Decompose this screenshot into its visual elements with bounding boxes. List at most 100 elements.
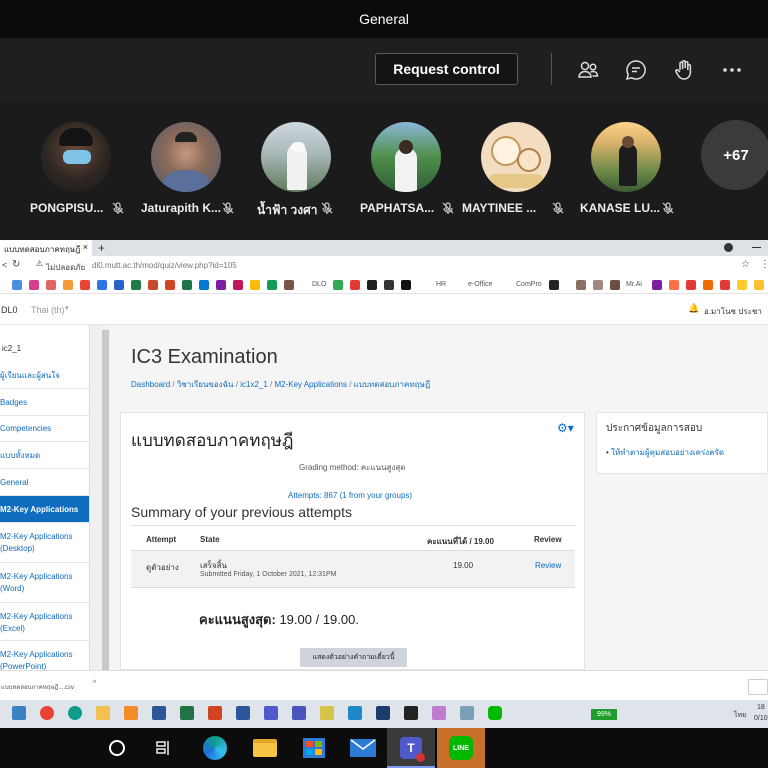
bookmark-icon[interactable] (367, 280, 377, 290)
sidebar-item-active[interactable]: M2-Key Applications (0, 496, 89, 523)
search-icon[interactable] (103, 734, 131, 762)
breadcrumb-item[interactable]: แบบทดสอบภาคทฤษฎี (354, 380, 430, 389)
sidebar-scrollbar[interactable] (102, 330, 109, 670)
breadcrumb-item[interactable]: วิชาเรียนของฉัน (177, 380, 234, 389)
taskbar-app-icon[interactable] (320, 706, 334, 720)
bookmark-icon[interactable] (703, 280, 713, 290)
bookmark-label[interactable]: HR (436, 281, 446, 288)
bookmark-icon[interactable] (114, 280, 124, 290)
bookmark-icon[interactable] (165, 280, 175, 290)
bookmark-icon[interactable] (333, 280, 343, 290)
breadcrumb-item[interactable]: ic1x2_1 (240, 380, 268, 389)
bookmark-icon[interactable] (148, 280, 158, 290)
bookmark-icon[interactable] (610, 280, 620, 290)
sidebar-item[interactable]: ic2_1 (0, 343, 89, 363)
chrome-icon[interactable] (40, 706, 54, 720)
bookmark-icon[interactable] (284, 280, 294, 290)
tray-language[interactable]: ไทย (734, 710, 746, 721)
new-tab-button[interactable]: + (98, 241, 105, 255)
task-view-icon[interactable] (150, 734, 178, 762)
excel-icon[interactable] (180, 706, 194, 720)
sidebar-item[interactable]: Competencies (0, 416, 89, 442)
bookmark-icon[interactable] (652, 280, 662, 290)
site-name[interactable]: DL0 (1, 305, 18, 315)
file-explorer-icon[interactable] (251, 734, 279, 762)
browser-profile-icon[interactable] (724, 243, 733, 252)
word-icon[interactable] (236, 706, 250, 720)
bookmark-icon[interactable] (549, 280, 559, 290)
bookmark-icon[interactable] (12, 280, 22, 290)
taskbar-app-icon[interactable] (12, 706, 26, 720)
download-item[interactable]: แบบทดสอบภาคทฤษฎี....csv (1, 682, 74, 692)
edge-icon[interactable] (201, 734, 229, 762)
bookmark-icon[interactable] (401, 280, 411, 290)
bookmark-icon[interactable] (29, 280, 39, 290)
teams-icon[interactable] (264, 706, 278, 720)
taskbar-app-icon[interactable] (460, 706, 474, 720)
taskbar-app-icon[interactable] (96, 706, 110, 720)
sidebar-item[interactable]: M2-Key Applications (Desktop) (0, 523, 89, 563)
show-all-button[interactable] (748, 679, 768, 695)
taskbar-app-icon[interactable] (348, 706, 362, 720)
breadcrumb-item[interactable]: Dashboard (131, 380, 170, 389)
more-participants-button[interactable]: +67 (701, 120, 768, 190)
sidebar-item[interactable]: M2-Key Applications (PowerPoint) (0, 641, 89, 670)
taskbar-app-icon[interactable] (376, 706, 390, 720)
bookmark-icon[interactable] (216, 280, 226, 290)
bookmark-label[interactable]: e-Office (468, 281, 492, 288)
battery-indicator[interactable]: 99% (591, 709, 617, 720)
mail-icon[interactable] (349, 734, 377, 762)
breadcrumb-item[interactable]: M2-Key Applications (274, 380, 346, 389)
raise-hand-icon[interactable] (672, 58, 696, 82)
more-options-icon[interactable] (720, 58, 744, 82)
taskbar-app-icon[interactable] (432, 706, 446, 720)
reload-icon[interactable]: ↻ (12, 259, 20, 270)
bookmark-icon[interactable] (182, 280, 192, 290)
bookmark-icon[interactable] (686, 280, 696, 290)
preview-quiz-button[interactable]: แสดงตัวอย่างคำถามเดี๋ยวนี้ (300, 648, 407, 667)
bookmark-icon[interactable] (754, 280, 764, 290)
sidebar-item[interactable]: ผู้เรียนและผู้สนใจ (0, 363, 89, 389)
sidebar-item[interactable]: M2-Key Applications (Excel) (0, 603, 89, 641)
sidebar-item[interactable]: แบบทั้งหมด (0, 442, 89, 469)
bookmark-icon[interactable] (737, 280, 747, 290)
sidebar-item[interactable]: M2-Key Applications (Word) (0, 563, 89, 603)
bookmark-icon[interactable] (46, 280, 56, 290)
teams-icon[interactable] (292, 706, 306, 720)
download-chevron-icon[interactable]: ^ (93, 680, 96, 687)
attempts-link[interactable]: Attempts: 867 (1 from your groups) (288, 491, 412, 500)
bookmark-icon[interactable] (720, 280, 730, 290)
line-icon[interactable] (488, 706, 502, 720)
chat-icon[interactable] (624, 58, 648, 82)
close-icon[interactable]: × (83, 242, 88, 252)
request-control-button[interactable]: Request control (375, 53, 518, 85)
participants-icon[interactable] (576, 58, 600, 82)
sidebar-item[interactable]: General (0, 469, 89, 496)
bookmark-icon[interactable] (131, 280, 141, 290)
word-icon[interactable] (152, 706, 166, 720)
back-icon[interactable]: < (2, 260, 7, 270)
language-menu[interactable]: Thai (th) (31, 305, 65, 315)
sidebar-item[interactable]: Badges (0, 389, 89, 416)
bookmark-icon[interactable] (593, 280, 603, 290)
bookmark-icon[interactable] (63, 280, 73, 290)
bookmark-icon[interactable] (384, 280, 394, 290)
bookmark-icon[interactable] (199, 280, 209, 290)
star-icon[interactable]: ☆ (741, 259, 750, 270)
bookmark-icon[interactable] (250, 280, 260, 290)
bookmark-icon[interactable] (576, 280, 586, 290)
bookmark-icon[interactable] (350, 280, 360, 290)
bookmark-icon[interactable] (97, 280, 107, 290)
menu-icon[interactable]: ⋮ (760, 259, 768, 270)
bookmark-icon[interactable] (669, 280, 679, 290)
bookmark-label[interactable]: ComPro (516, 281, 542, 288)
vlc-icon[interactable] (124, 706, 138, 720)
user-menu[interactable]: อ.มาโนช ประชา (704, 305, 762, 318)
bookmark-icon[interactable] (267, 280, 277, 290)
bell-icon[interactable]: 🔔 (688, 303, 699, 314)
store-icon[interactable] (300, 734, 328, 762)
edge-icon[interactable] (68, 706, 82, 720)
bookmark-label[interactable]: DLO (312, 281, 326, 288)
url-input[interactable]: dl0.mutt.ac.th/mod/quiz/view.php?id=105 (92, 261, 237, 270)
taskbar-app-icon[interactable] (404, 706, 418, 720)
